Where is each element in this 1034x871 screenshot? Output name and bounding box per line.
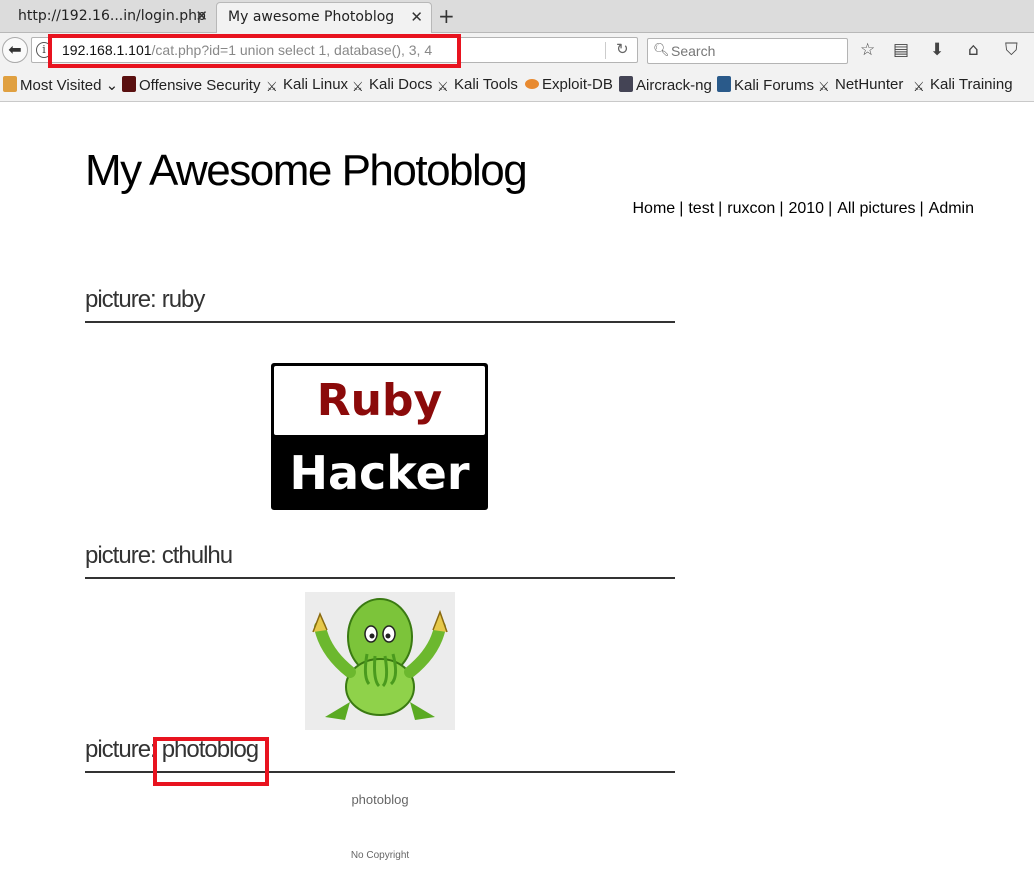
search-icon: 🔍︎: [653, 42, 670, 57]
site-menu: Home | test | ruxcon | 2010 | All pictures | Admin: [633, 200, 975, 218]
tab-title: http://192.16...in/login.php: [18, 8, 206, 24]
kali-dragon-icon: ⚔: [913, 79, 925, 94]
bookmark-exploit-db[interactable]: Exploit-DB: [525, 76, 613, 93]
kali-dragon-icon: ⚔: [266, 79, 278, 94]
bookmark-offensive-security[interactable]: Offensive Security: [122, 76, 260, 94]
tab-photoblog[interactable]: My awesome Photoblog ✕: [216, 2, 432, 34]
picture-heading-ruby: picture: ruby: [85, 279, 675, 323]
footer-text: No Copyright: [350, 850, 410, 861]
pocket-icon[interactable]: ⛉: [1005, 40, 1018, 60]
kali-dragon-icon: ⚔: [352, 79, 364, 94]
url-highlight-box: [48, 34, 461, 68]
menu-separator: |: [679, 200, 684, 217]
new-tab-icon[interactable]: +: [438, 4, 455, 28]
reading-list-icon[interactable]: ▤: [893, 40, 909, 60]
kali-dragon-icon: ⚔: [437, 79, 449, 94]
url-separator: [605, 42, 606, 59]
menu-link-ruxcon[interactable]: ruxcon: [727, 200, 775, 217]
menu-link-2010[interactable]: 2010: [788, 200, 824, 217]
close-icon[interactable]: ✕: [195, 7, 208, 25]
home-icon[interactable]: ⌂: [968, 40, 979, 60]
ruby-hacker-image[interactable]: Ruby Hacker: [271, 363, 488, 510]
cthulhu-illustration: [312, 598, 448, 720]
bookmark-nethunter[interactable]: ⚔ NetHunter: [818, 76, 903, 95]
site-title[interactable]: My Awesome Photoblog: [85, 146, 528, 196]
star-icon[interactable]: ☆: [860, 40, 875, 60]
bookmark-kali-docs[interactable]: ⚔ Kali Docs: [352, 76, 432, 95]
menu-separator: |: [718, 200, 723, 217]
search-placeholder: Search: [671, 43, 716, 59]
picture-name: ruby: [161, 286, 206, 313]
chevron-down-icon: ⌄: [105, 77, 119, 94]
bookmarks-toolbar: Most Visited ⌄ Offensive Security ⚔ Kali …: [0, 69, 1034, 102]
menu-link-test[interactable]: test: [688, 200, 714, 217]
exploit-db-icon: [525, 79, 539, 89]
bookmark-kali-linux[interactable]: ⚔ Kali Linux: [266, 76, 348, 95]
bookmark-most-visited[interactable]: Most Visited ⌄: [3, 76, 118, 94]
cthulhu-image[interactable]: [305, 592, 455, 730]
reload-icon[interactable]: ↻: [616, 40, 629, 58]
offsec-icon: [122, 76, 136, 92]
bookmark-kali-training[interactable]: ⚔ Kali Training: [913, 76, 1013, 95]
forums-icon: [717, 76, 731, 92]
menu-separator: |: [828, 200, 833, 217]
ruby-image-text-top: Ruby: [274, 366, 485, 435]
tab-strip: http://192.16...in/login.php ✕ My awesom…: [0, 0, 1034, 34]
picture-caption: photoblog: [351, 792, 409, 807]
download-icon[interactable]: ⬇: [930, 40, 944, 60]
picture-prefix: picture:: [85, 736, 157, 763]
picture-prefix: picture:: [85, 286, 157, 313]
menu-separator: |: [919, 200, 924, 217]
tab-title: My awesome Photoblog: [228, 9, 395, 25]
kali-dragon-icon: ⚔: [818, 79, 830, 94]
injection-result-highlight-box: [153, 737, 269, 786]
menu-link-all-pictures[interactable]: All pictures: [837, 200, 915, 217]
menu-link-home[interactable]: Home: [633, 200, 676, 217]
menu-link-admin[interactable]: Admin: [929, 200, 974, 217]
aircrack-icon: [619, 76, 633, 92]
close-icon[interactable]: ✕: [410, 8, 423, 26]
bookmark-aircrack-ng[interactable]: Aircrack-ng: [619, 76, 712, 94]
bookmark-kali-tools[interactable]: ⚔ Kali Tools: [437, 76, 518, 95]
picture-prefix: picture:: [85, 542, 157, 569]
search-input[interactable]: 🔍︎ Search: [647, 38, 848, 64]
picture-name: cthulhu: [161, 542, 233, 569]
back-arrow-icon[interactable]: ⬅: [2, 37, 28, 63]
folder-icon: [3, 76, 17, 92]
ruby-image-text-bottom: Hacker: [289, 446, 470, 500]
tab-login[interactable]: http://192.16...in/login.php ✕: [0, 2, 216, 33]
picture-heading-cthulhu: picture: cthulhu: [85, 535, 675, 579]
menu-separator: |: [779, 200, 784, 217]
bookmark-kali-forums[interactable]: Kali Forums: [717, 76, 814, 94]
